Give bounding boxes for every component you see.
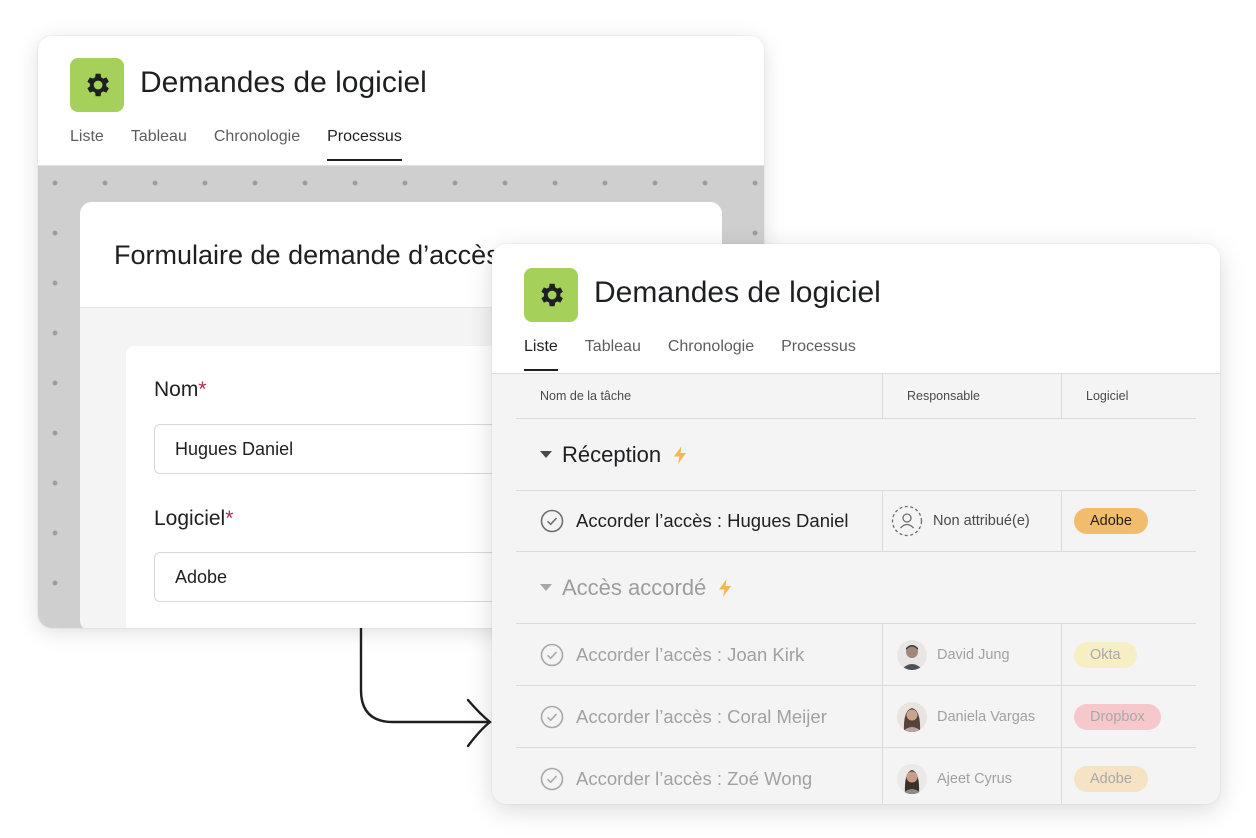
- check-circle-icon[interactable]: [540, 643, 564, 667]
- check-circle-icon[interactable]: [540, 767, 564, 791]
- software-cell[interactable]: Adobe: [1062, 491, 1196, 551]
- assignee-name: Non attribué(e): [933, 513, 1030, 529]
- table-header: Nom de la tâche Responsable Logiciel: [516, 374, 1196, 419]
- software-tag[interactable]: Okta: [1074, 641, 1137, 668]
- assignee-name: David Jung: [937, 646, 1010, 663]
- avatar: [897, 639, 927, 670]
- required-mark: *: [198, 378, 207, 401]
- caret-down-icon[interactable]: [540, 584, 552, 591]
- software-cell[interactable]: Okta: [1062, 624, 1196, 685]
- unassigned-icon: [891, 505, 923, 537]
- section-title: Accès accordé: [562, 574, 707, 600]
- task-cell: Accorder l’accès : Hugues Daniel: [516, 491, 883, 551]
- tab-timeline[interactable]: Chronologie: [214, 128, 300, 160]
- check-circle-icon[interactable]: [540, 509, 564, 533]
- column-header-assignee[interactable]: Responsable: [883, 374, 1062, 418]
- caret-down-icon[interactable]: [540, 451, 552, 458]
- assignee-cell[interactable]: Non attribué(e): [883, 491, 1062, 551]
- task-name[interactable]: Accorder l’accès : Joan Kirk: [576, 644, 804, 666]
- project-header: Demandes de logiciel Liste Tableau Chron…: [492, 244, 1220, 374]
- gear-icon: [87, 73, 109, 97]
- table-row[interactable]: Accorder l’accès : Joan Kirk David Jung …: [516, 624, 1196, 686]
- column-header-software[interactable]: Logiciel: [1062, 374, 1196, 418]
- task-table: Nom de la tâche Responsable Logiciel Réc…: [516, 374, 1196, 804]
- tab-workflow[interactable]: Processus: [781, 338, 856, 370]
- assignee-cell[interactable]: Ajeet Cyrus: [883, 748, 1062, 804]
- software-cell[interactable]: Dropbox: [1062, 686, 1196, 747]
- project-icon: [524, 268, 578, 322]
- tab-workflow[interactable]: Processus: [327, 128, 402, 161]
- task-cell: Accorder l’accès : Coral Meijer: [516, 686, 883, 747]
- avatar: [897, 763, 927, 794]
- project-tabs: Liste Tableau Chronologie Processus: [70, 128, 429, 161]
- project-window-list: Demandes de logiciel Liste Tableau Chron…: [492, 244, 1220, 804]
- gear-icon: [541, 283, 563, 307]
- table-row[interactable]: Accorder l’accès : Zoé Wong Ajeet Cyrus …: [516, 748, 1196, 804]
- form-title: Formulaire de demande d’accès: [114, 240, 500, 270]
- section-access-granted[interactable]: Accès accordé: [516, 552, 1196, 624]
- project-header: Demandes de logiciel Liste Tableau Chron…: [38, 36, 764, 166]
- project-title: Demandes de logiciel: [140, 66, 427, 99]
- assignee-cell[interactable]: David Jung: [883, 624, 1062, 685]
- lightning-bolt-icon: [674, 445, 687, 464]
- task-name[interactable]: Accorder l’accès : Hugues Daniel: [576, 510, 849, 532]
- software-cell[interactable]: Adobe: [1062, 748, 1196, 804]
- task-cell: Accorder l’accès : Zoé Wong: [516, 748, 883, 804]
- avatar: [897, 701, 927, 732]
- field-label-name: Nom*: [154, 378, 207, 402]
- task-cell: Accorder l’accès : Joan Kirk: [516, 624, 883, 685]
- project-icon: [70, 58, 124, 112]
- check-circle-icon[interactable]: [540, 705, 564, 729]
- field-label-software: Logiciel*: [154, 507, 233, 531]
- software-tag[interactable]: Dropbox: [1074, 703, 1161, 730]
- section-reception[interactable]: Réception: [516, 419, 1196, 491]
- task-name[interactable]: Accorder l’accès : Zoé Wong: [576, 768, 812, 790]
- assignee-name: Ajeet Cyrus: [937, 770, 1012, 787]
- column-header-task[interactable]: Nom de la tâche: [516, 374, 883, 418]
- section-title: Réception: [562, 441, 662, 467]
- table-row[interactable]: Accorder l’accès : Coral Meijer Daniela …: [516, 686, 1196, 748]
- project-tabs: Liste Tableau Chronologie Processus: [524, 338, 883, 371]
- assignee-name: Daniela Vargas: [937, 708, 1036, 725]
- tab-list[interactable]: Liste: [70, 128, 104, 160]
- project-title: Demandes de logiciel: [594, 276, 881, 309]
- task-name[interactable]: Accorder l’accès : Coral Meijer: [576, 706, 827, 728]
- tab-timeline[interactable]: Chronologie: [668, 338, 754, 370]
- software-tag[interactable]: Adobe: [1074, 765, 1148, 792]
- tab-board[interactable]: Tableau: [131, 128, 187, 160]
- table-row[interactable]: Accorder l’accès : Hugues Daniel Non att…: [516, 491, 1196, 552]
- lightning-bolt-icon: [719, 578, 732, 597]
- required-mark: *: [225, 507, 234, 530]
- assignee-cell[interactable]: Daniela Vargas: [883, 686, 1062, 747]
- tab-list[interactable]: Liste: [524, 338, 558, 371]
- software-tag[interactable]: Adobe: [1074, 508, 1148, 534]
- field-label-text: Logiciel: [154, 507, 226, 530]
- field-label-text: Nom: [154, 378, 199, 401]
- tab-board[interactable]: Tableau: [585, 338, 641, 370]
